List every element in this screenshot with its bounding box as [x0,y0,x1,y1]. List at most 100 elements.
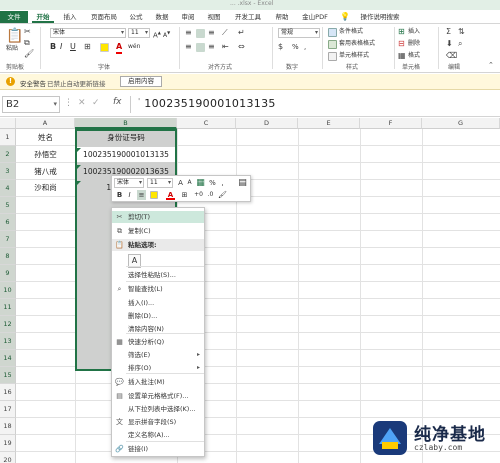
mini-size-dropdown[interactable]: 11 [147,178,173,188]
menu-item-delete[interactable]: 删除(D)... [112,310,204,322]
collapse-ribbon-icon[interactable]: ⌃ [488,60,494,70]
sort-filter-icon[interactable]: ⇅ [458,27,465,37]
tab-help[interactable]: 帮助 [272,11,292,23]
row-header-16[interactable]: 16 [0,384,16,401]
bold-button[interactable]: B [50,42,56,52]
currency-icon[interactable]: $ [278,42,283,52]
column-header-c[interactable]: C [177,118,236,129]
menu-item-insert[interactable]: 插入(I)... [112,297,204,309]
select-all-corner[interactable] [0,118,16,129]
cancel-icon[interactable]: ✕ [78,98,86,108]
column-header-g[interactable]: G [422,118,500,129]
mini-align-center-icon[interactable]: ≡ [137,190,146,200]
row-header-6[interactable]: 6 [0,214,16,231]
border-icon[interactable]: ⊞ [84,42,91,52]
mini-decrease-decimal-icon[interactable]: .0 [206,190,215,200]
menu-item-show-phonetic[interactable]: 文显示拼音字段(S) [112,416,204,428]
delete-cells-button[interactable]: 删除 [408,39,420,49]
tab-developer[interactable]: 开发工具 [230,11,266,23]
tab-file[interactable]: 文件 [0,11,28,23]
align-left-icon[interactable]: ≡ [185,42,192,52]
more-options-icon[interactable]: ⋮ [64,98,73,108]
cell-a1[interactable]: 姓名 [16,130,75,146]
menu-item-cut[interactable]: ✂ 剪切(T) [112,211,204,223]
row-header-5[interactable]: 5 [0,197,16,214]
copy-icon[interactable]: ⧉ [24,38,30,48]
column-header-d[interactable]: D [236,118,298,129]
mini-font-color-icon[interactable]: A [166,190,175,200]
paste-button[interactable]: 粘贴 [6,44,18,54]
font-name-dropdown[interactable]: 宋体 [50,28,126,38]
column-header-b[interactable]: B [75,118,177,129]
align-center-icon[interactable] [196,43,205,52]
enable-content-button[interactable]: 启用内容 [120,76,162,87]
row-header-2[interactable]: 2 [0,146,16,163]
formula-input[interactable]: ' 100235190001013135 [138,97,276,110]
font-color-icon[interactable]: A [116,42,123,54]
mini-decrease-font-icon[interactable]: A [185,178,194,188]
mini-font-dropdown[interactable]: 宋体 [114,178,144,188]
menu-item-paste-special[interactable]: 选择性粘贴(S)... [112,269,204,281]
tab-home[interactable]: 开始 [32,11,54,23]
row-header-11[interactable]: 11 [0,299,16,316]
menu-item-filter[interactable]: 筛选(E) ▸ [112,349,204,361]
row-header-17[interactable]: 17 [0,401,16,418]
mini-format-table-icon[interactable]: ▤ [238,178,247,188]
underline-button[interactable]: U [70,42,76,52]
indent-icon[interactable]: ⇤ [222,42,229,52]
menu-item-format-cells[interactable]: ▤ 设置单元格格式(F)... [112,390,204,402]
fill-color-icon[interactable] [100,43,109,52]
mini-italic-button[interactable]: I [125,190,134,200]
mini-comma-icon[interactable]: , [218,178,227,188]
format-as-table-button[interactable]: 套用表格格式 [339,39,375,49]
cell-a4[interactable]: 沙和尚 [16,180,75,196]
menu-item-insert-comment[interactable]: 💬 插入批注(M) [112,376,204,388]
tell-me-search[interactable]: 操作说明搜索 [352,11,408,23]
tab-insert[interactable]: 插入 [60,11,80,23]
orientation-icon[interactable]: ⟋ [222,28,228,38]
clear-icon[interactable]: ⌫ [446,51,457,61]
wrap-text-icon[interactable]: ↵ [238,28,245,38]
comma-style-icon[interactable]: , [304,42,306,52]
menu-item-link[interactable]: 🔗 链接(I) [112,443,204,455]
row-header-3[interactable]: 3 [0,163,16,180]
align-right-icon[interactable]: ≡ [208,42,215,52]
merge-center-icon[interactable]: ⇔ [238,42,245,52]
format-cells-button[interactable]: 格式 [408,51,420,61]
cell-b1[interactable]: 身份证号码 [75,130,177,146]
tab-formulas[interactable]: 公式 [126,11,146,23]
column-header-e[interactable]: E [298,118,360,129]
menu-item-quick-analysis[interactable]: ▦ 快速分析(Q) [112,336,204,348]
row-header-8[interactable]: 8 [0,248,16,265]
row-header-19[interactable]: 19 [0,435,16,452]
row-header-20[interactable]: 20 [0,452,16,463]
decrease-font-icon[interactable]: A▼ [163,28,170,41]
row-header-14[interactable]: 14 [0,350,16,367]
row-header-12[interactable]: 12 [0,316,16,333]
cell-styles-button[interactable]: 单元格样式 [339,51,369,61]
mini-percent-icon[interactable]: % [208,178,217,188]
mini-bold-button[interactable]: B [115,190,124,200]
menu-item-smart-lookup[interactable]: ⌕ 智能查找(L) [112,283,204,295]
percent-button[interactable]: % [292,42,299,52]
font-size-dropdown[interactable]: 11 [128,28,150,38]
align-bottom-icon[interactable]: ≡ [208,28,215,38]
paste-icon[interactable]: 📋 [6,28,23,44]
tab-view[interactable]: 视图 [204,11,224,23]
row-header-18[interactable]: 18 [0,418,16,435]
align-middle-icon[interactable] [196,29,205,38]
column-header-a[interactable]: A [16,118,75,129]
tab-page-layout[interactable]: 页面布局 [86,11,122,23]
name-box[interactable]: B2 [2,96,60,113]
insert-function-button[interactable]: fx [113,97,122,107]
cell-b2[interactable]: 100235190001013135 [77,147,175,162]
tab-data[interactable]: 数据 [152,11,172,23]
row-header-13[interactable]: 13 [0,333,16,350]
mini-increase-font-icon[interactable]: A [176,178,185,188]
row-header-4[interactable]: 4 [0,180,16,197]
cell-a3[interactable]: 猪八戒 [16,164,75,180]
row-header-1[interactable]: 1 [0,129,16,146]
row-header-7[interactable]: 7 [0,231,16,248]
align-top-icon[interactable]: ≡ [185,28,192,38]
menu-item-pick-from-list[interactable]: 从下拉列表中选择(K)... [112,403,204,415]
